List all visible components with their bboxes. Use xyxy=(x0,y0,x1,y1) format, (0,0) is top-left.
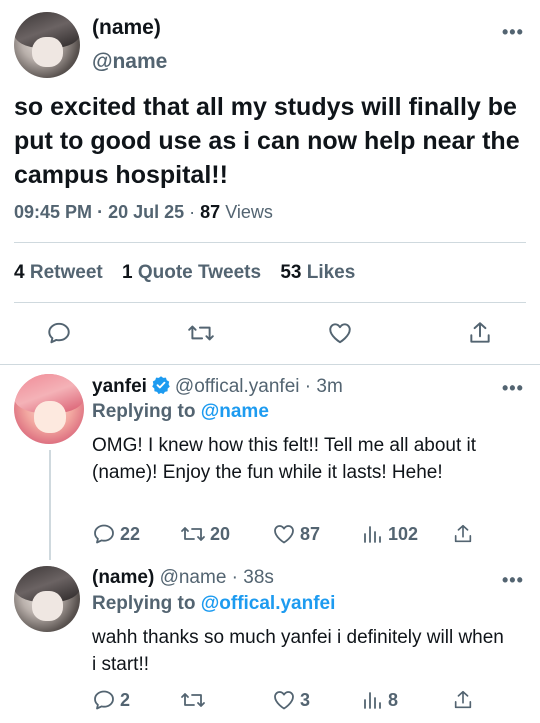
reply-reply-button[interactable]: 2 xyxy=(92,688,130,712)
share-icon xyxy=(454,690,472,709)
reply-display-name[interactable]: yanfei xyxy=(92,376,147,397)
reply-share-button[interactable] xyxy=(452,522,474,546)
reply-count: 2 xyxy=(120,689,131,710)
thread-line xyxy=(49,450,51,560)
reply-handle[interactable]: @offical.yanfei xyxy=(175,376,300,397)
retweet-icon xyxy=(181,527,205,541)
share-icon xyxy=(470,322,490,343)
reply-icon xyxy=(94,524,114,544)
verified-badge-icon xyxy=(152,376,170,395)
divider xyxy=(14,302,526,303)
tweet-time[interactable]: 09:45 PM xyxy=(14,202,92,222)
main-share-button[interactable] xyxy=(467,320,493,346)
replying-to: Replying to @offical.yanfei xyxy=(92,593,336,614)
like-count: 3 xyxy=(300,689,311,710)
view-count: 102 xyxy=(388,523,419,544)
reply-handle[interactable]: @name xyxy=(160,567,227,588)
view-count: 8 xyxy=(388,689,399,710)
reply-avatar-yanfei[interactable] xyxy=(14,374,84,444)
views-label: Views xyxy=(225,202,273,222)
reply-header: (name) @name · 38s xyxy=(92,567,274,588)
main-tweet-text: so excited that all my studys will final… xyxy=(14,93,520,189)
heart-icon xyxy=(329,323,351,344)
reply-views-button[interactable]: 8 xyxy=(362,688,398,712)
reply-more-icon[interactable]: ••• xyxy=(502,570,524,591)
reply-reply-button[interactable]: 22 xyxy=(92,522,140,546)
replying-to: Replying to @name xyxy=(92,401,269,422)
reply-text: OMG! I knew how this felt!! Tell me all … xyxy=(92,435,477,483)
tweet-meta: 09:45 PM · 20 Jul 25 · 87 Views xyxy=(14,202,273,222)
main-like-button[interactable] xyxy=(327,320,353,346)
reply-header: yanfei @offical.yanfei · 3m xyxy=(92,376,343,397)
likes-stat[interactable]: 53 Likes xyxy=(280,262,355,283)
main-more-icon[interactable]: ••• xyxy=(502,22,524,43)
like-count: 87 xyxy=(300,523,321,544)
reply-views-button[interactable]: 102 xyxy=(362,522,418,546)
reply-icon xyxy=(48,322,70,344)
replying-to-link[interactable]: @name xyxy=(201,401,269,422)
reply-retweet-button[interactable] xyxy=(180,688,210,712)
views-chart-icon xyxy=(364,526,381,543)
share-icon xyxy=(454,524,472,543)
views-count: 87 xyxy=(200,202,221,222)
retweet-count: 20 xyxy=(210,523,231,544)
main-retweet-button[interactable] xyxy=(187,320,215,346)
replying-to-link[interactable]: @offical.yanfei xyxy=(201,593,336,614)
main-display-name[interactable]: (name) xyxy=(92,16,161,40)
reply-retweet-button[interactable]: 20 xyxy=(180,522,230,546)
reply-icon xyxy=(94,690,114,710)
reply-display-name[interactable]: (name) xyxy=(92,567,154,588)
tweet-date[interactable]: 20 Jul 25 xyxy=(108,202,184,222)
heart-icon xyxy=(274,525,294,544)
views-chart-icon xyxy=(364,692,381,709)
reply-avatar-name[interactable] xyxy=(14,566,80,632)
reply-count: 22 xyxy=(120,523,141,544)
main-avatar[interactable] xyxy=(14,12,80,78)
reply-time[interactable]: 3m xyxy=(316,376,342,397)
reply-text: wahh thanks so much yanfei i definitely … xyxy=(92,627,504,675)
reply-like-button[interactable]: 87 xyxy=(272,522,320,546)
reply-time[interactable]: 38s xyxy=(243,567,274,588)
reply-share-button[interactable] xyxy=(452,688,474,712)
quote-tweets-stat[interactable]: 1 Quote Tweets xyxy=(122,262,261,283)
reply-like-button[interactable]: 3 xyxy=(272,688,310,712)
retweet-icon xyxy=(181,693,205,707)
divider xyxy=(0,364,540,365)
main-handle[interactable]: @name xyxy=(92,50,167,74)
heart-icon xyxy=(274,691,294,710)
reply-more-icon[interactable]: ••• xyxy=(502,378,524,399)
main-reply-button[interactable] xyxy=(46,320,72,346)
retweet-icon xyxy=(188,325,214,341)
divider xyxy=(14,242,526,243)
tweet-stats: 4 Retweet 1 Quote Tweets 53 Likes xyxy=(14,262,369,284)
retweets-stat[interactable]: 4 Retweet xyxy=(14,262,103,283)
